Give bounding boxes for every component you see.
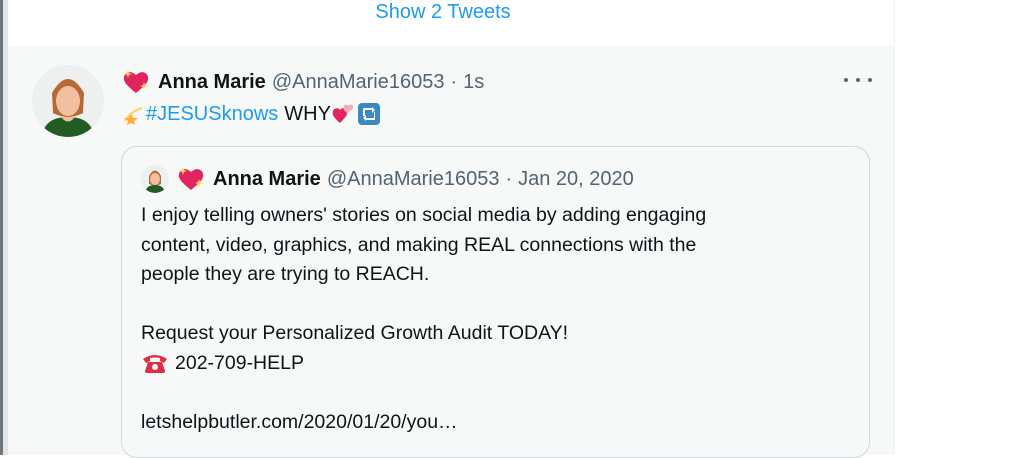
- quoted-tweet-header: Anna Marie @AnnaMarie16053 · Jan 20, 202…: [141, 164, 634, 194]
- quoted-text-line: I enjoy telling owners' stories on socia…: [141, 204, 707, 226]
- author-name[interactable]: Anna Marie: [158, 71, 266, 94]
- tweet-text: #JESUSknows WHY: [122, 98, 381, 130]
- show-more-label: Show 2 Tweets: [375, 1, 511, 23]
- dot-icon: [856, 78, 860, 82]
- quoted-link[interactable]: letshelpbutler.com/2020/01/20/you…: [141, 408, 841, 438]
- call-to-action-text: Request your Personalized Growth Audit T…: [141, 322, 569, 344]
- timeline-column: Show 2 Tweets Anna Marie @AnnaMarie16053…: [8, 0, 894, 458]
- avatar-photo-icon: [141, 165, 169, 193]
- quoted-meta-separator: ·: [505, 167, 513, 190]
- quoted-tweet-date: Jan 20, 2020: [518, 167, 634, 190]
- tweet[interactable]: Anna Marie @AnnaMarie16053 · 1s #JESUSkn…: [8, 50, 894, 458]
- quoted-tweet[interactable]: Anna Marie @AnnaMarie16053 · Jan 20, 202…: [121, 146, 870, 458]
- dizzy-star-icon: [124, 107, 143, 125]
- profile-avatar[interactable]: [32, 65, 104, 137]
- phone-number: 202-709-HELP: [175, 351, 304, 374]
- sparkling-heart-icon: [123, 70, 149, 93]
- phone-line: 202-709-HELP: [141, 349, 841, 379]
- quoted-text-line: people they are trying to REACH.: [141, 263, 430, 285]
- scroll-edge: [0, 0, 3, 455]
- retweet-box-icon: [357, 103, 380, 125]
- column-divider: [894, 0, 895, 455]
- telephone-icon: [143, 355, 167, 374]
- quoted-author-handle: @AnnaMarie16053: [326, 167, 500, 190]
- two-hearts-icon: [332, 104, 354, 123]
- dot-icon: [868, 78, 872, 82]
- author-handle[interactable]: @AnnaMarie16053: [272, 71, 445, 94]
- window-left-edge: [0, 0, 8, 455]
- quoted-author-avatar: [141, 165, 169, 193]
- quoted-text-line: content, video, graphics, and making REA…: [141, 233, 697, 256]
- sparkling-heart-icon: [178, 167, 204, 190]
- quoted-author-name: Anna Marie: [213, 167, 321, 190]
- tweet-timestamp[interactable]: 1s: [463, 71, 484, 94]
- hashtag-link[interactable]: #JESUSknows: [146, 103, 278, 126]
- meta-separator: ·: [450, 70, 458, 93]
- more-options-button[interactable]: [844, 70, 872, 90]
- dot-icon: [844, 78, 848, 82]
- tweet-header: Anna Marie @AnnaMarie16053 · 1s: [122, 67, 484, 97]
- tweet-body-text: WHY: [284, 102, 331, 125]
- quoted-tweet-text: I enjoy telling owners' stories on socia…: [141, 201, 841, 437]
- avatar-photo-icon: [32, 65, 104, 137]
- show-more-tweets-button[interactable]: Show 2 Tweets: [8, 0, 894, 46]
